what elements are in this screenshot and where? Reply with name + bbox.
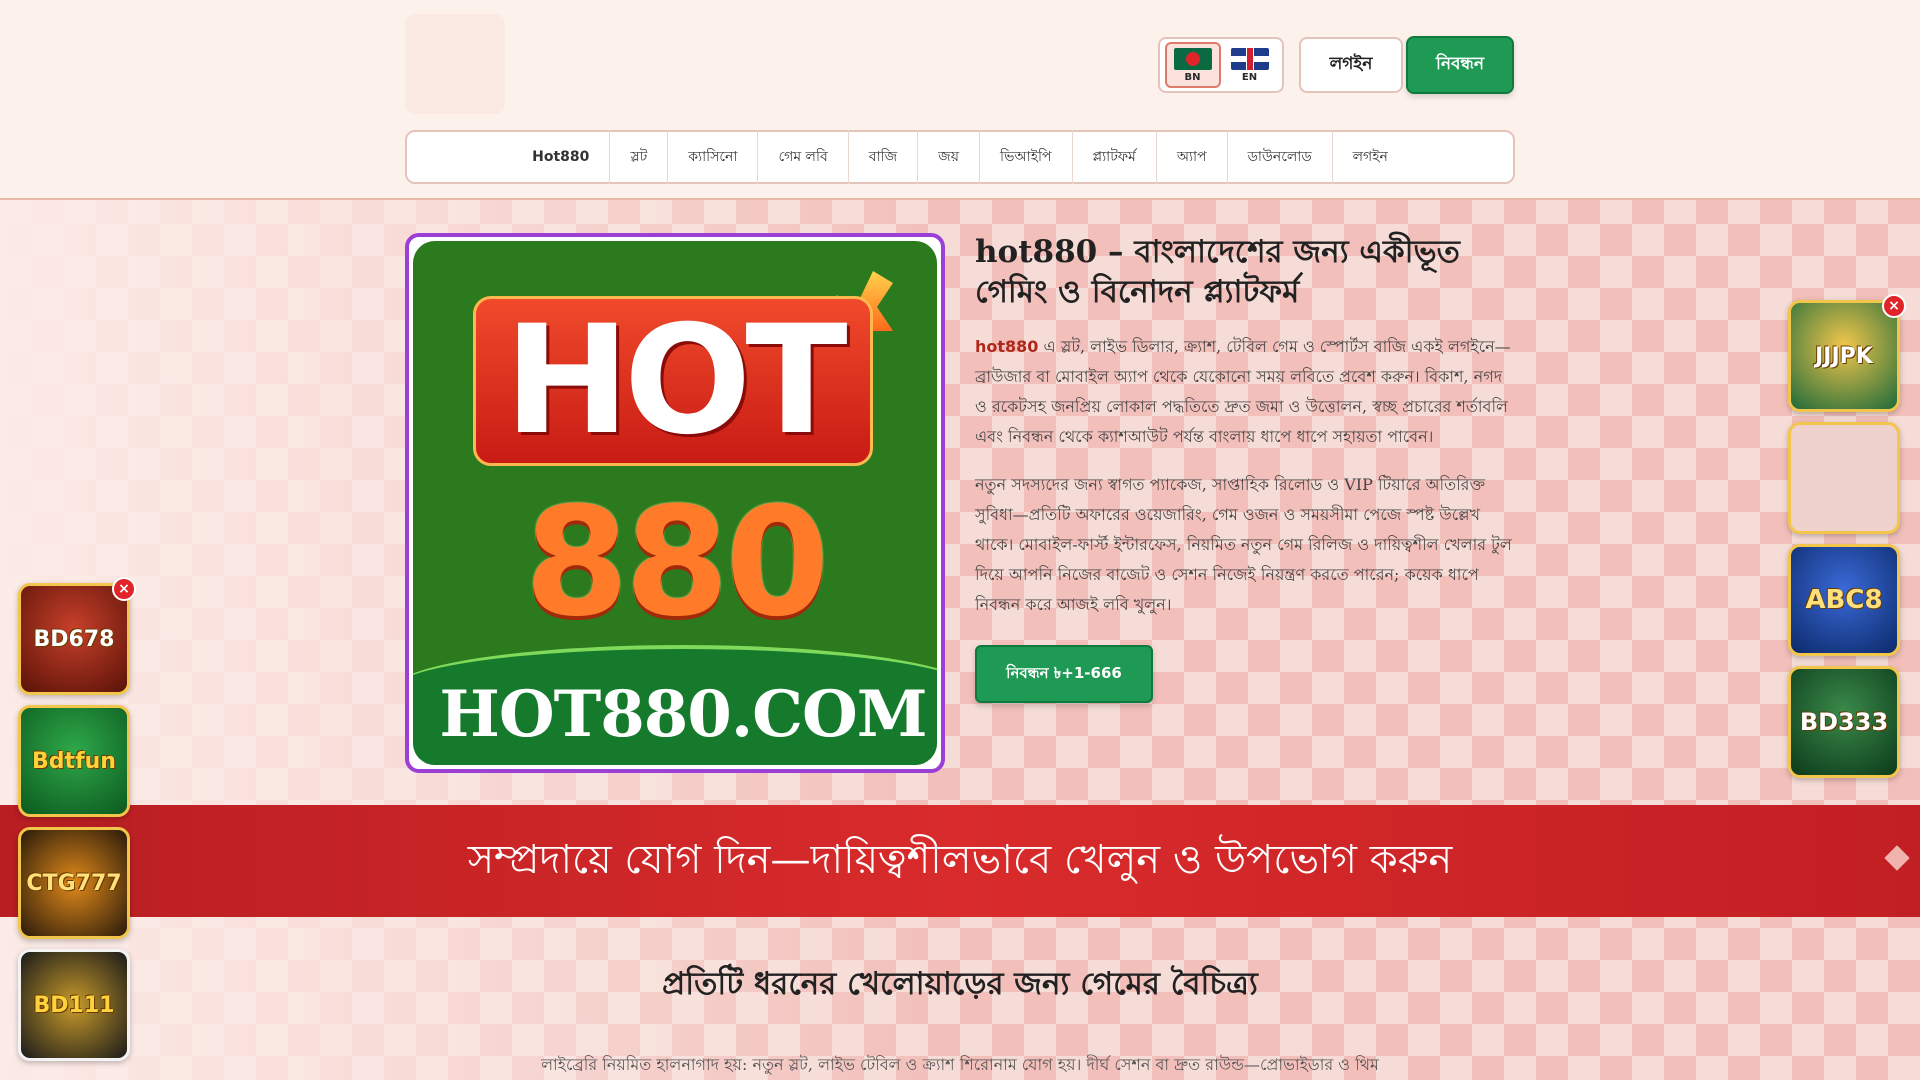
hot-text: HOT <box>504 294 847 468</box>
hero-paragraph-1: hot880 এ স্লট, লাইভ ডিলার, ক্র্যাশ, টেবি… <box>975 332 1515 452</box>
tile-label: BD111 <box>33 992 115 1018</box>
hero-paragraph-1-text: এ স্লট, লাইভ ডিলার, ক্র্যাশ, টেবিল গেম ও… <box>975 337 1511 446</box>
tile-label: BD678 <box>33 626 115 652</box>
site-logo[interactable] <box>405 14 505 114</box>
lang-option-en[interactable]: EN <box>1222 42 1278 88</box>
bangladesh-flag-icon <box>1173 47 1212 70</box>
lang-option-bn[interactable]: BN <box>1164 42 1221 88</box>
side-tile-jjjpk[interactable]: JJJPK <box>1788 300 1900 412</box>
register-button[interactable]: নিবন্ধন <box>1406 36 1514 94</box>
site-header: BN EN লগইন নিবন্ধন Hot880 স্লট ক্যাসিনো … <box>0 0 1920 200</box>
side-tile-ctg777[interactable]: CTG777 <box>18 827 130 939</box>
nav-item-platform[interactable]: প্ল্যাটফর্ম <box>1073 130 1157 184</box>
tile-label: ABC8 <box>1805 585 1883 615</box>
side-tile-bd678[interactable]: BD678 <box>18 583 130 695</box>
hot-plate: HOT <box>473 294 873 468</box>
close-right-tiles-button[interactable]: × <box>1882 294 1906 318</box>
banner-text: সম্প্রদায়ে যোগ দিন—দায়িত্বশীলভাবে খেলু… <box>467 836 1453 883</box>
nav-item-betting[interactable]: বাজি <box>849 130 919 184</box>
nav-item-casino[interactable]: ক্যাসিনো <box>668 130 759 184</box>
tile-label: JJJPK <box>1815 343 1873 369</box>
nav-item-download[interactable]: ডাউনলোড <box>1228 130 1333 184</box>
nav-item-slots[interactable]: স্লট <box>610 130 669 184</box>
nav-item-app[interactable]: অ্যাপ <box>1157 130 1228 184</box>
community-banner: সম্প্রদায়ে যোগ দিন—দায়িত্বশীলভাবে খেলু… <box>0 805 1920 917</box>
side-tile-bdtfun[interactable]: Bdtfun <box>18 705 130 817</box>
nav-item-game-lobby[interactable]: গেম লবি <box>758 130 849 184</box>
login-button[interactable]: লগইন <box>1299 37 1403 93</box>
section-title: প্রতিটি ধরনের খেলোয়াড়ের জন্য গেমের বৈচ… <box>662 966 1258 1002</box>
tile-label: BD333 <box>1799 708 1889 736</box>
hero-title: hot880 – বাংলাদেশের জন্য একীভূত গেমিং ও … <box>975 234 1460 310</box>
side-tile-bd333[interactable]: BD333 <box>1788 666 1900 778</box>
side-tile-bd111[interactable]: BD111 <box>18 949 130 1061</box>
lang-code-bn: BN <box>1184 71 1201 83</box>
uk-flag-icon <box>1230 47 1269 70</box>
tile-label: CTG777 <box>26 870 122 896</box>
side-tile-abc8[interactable]: ABC8 <box>1788 544 1900 656</box>
nav-item-hot880[interactable]: Hot880 <box>512 130 611 184</box>
side-tile-placeholder[interactable] <box>1788 422 1900 534</box>
nav-item-win[interactable]: জয় <box>918 130 980 184</box>
hero-logo-art: HOT 880 HOT880.COM <box>413 241 937 765</box>
brand-name: hot880 <box>975 337 1039 356</box>
diamond-icon <box>1884 845 1910 871</box>
section-text: লাইব্রেরি নিয়মিত হালনাগাদ হয়: নতুন স্ল… <box>541 1055 1379 1074</box>
hero-paragraph-2: নতুন সদস্যদের জন্য স্বাগত প্যাকেজ, সাপ্ত… <box>975 475 1512 614</box>
register-cta-button[interactable]: নিবন্ধন ৳+1-666 <box>975 645 1153 703</box>
nav-item-login[interactable]: লগইন <box>1333 130 1408 184</box>
tile-label: Bdtfun <box>32 748 116 774</box>
domain-text: HOT880.COM <box>439 677 927 752</box>
domain-band: HOT880.COM <box>413 645 937 765</box>
nav-item-vip[interactable]: ভিআইপি <box>980 130 1073 184</box>
close-left-tiles-button[interactable]: × <box>112 577 136 601</box>
lang-code-en: EN <box>1241 71 1258 83</box>
main-nav: Hot880 স্লট ক্যাসিনো গেম লবি বাজি জয় ভি… <box>405 130 1515 184</box>
number-880-text: 880 <box>524 476 829 650</box>
language-switcher: BN EN <box>1158 37 1284 93</box>
hero-logo-image: HOT 880 HOT880.COM <box>405 233 945 773</box>
